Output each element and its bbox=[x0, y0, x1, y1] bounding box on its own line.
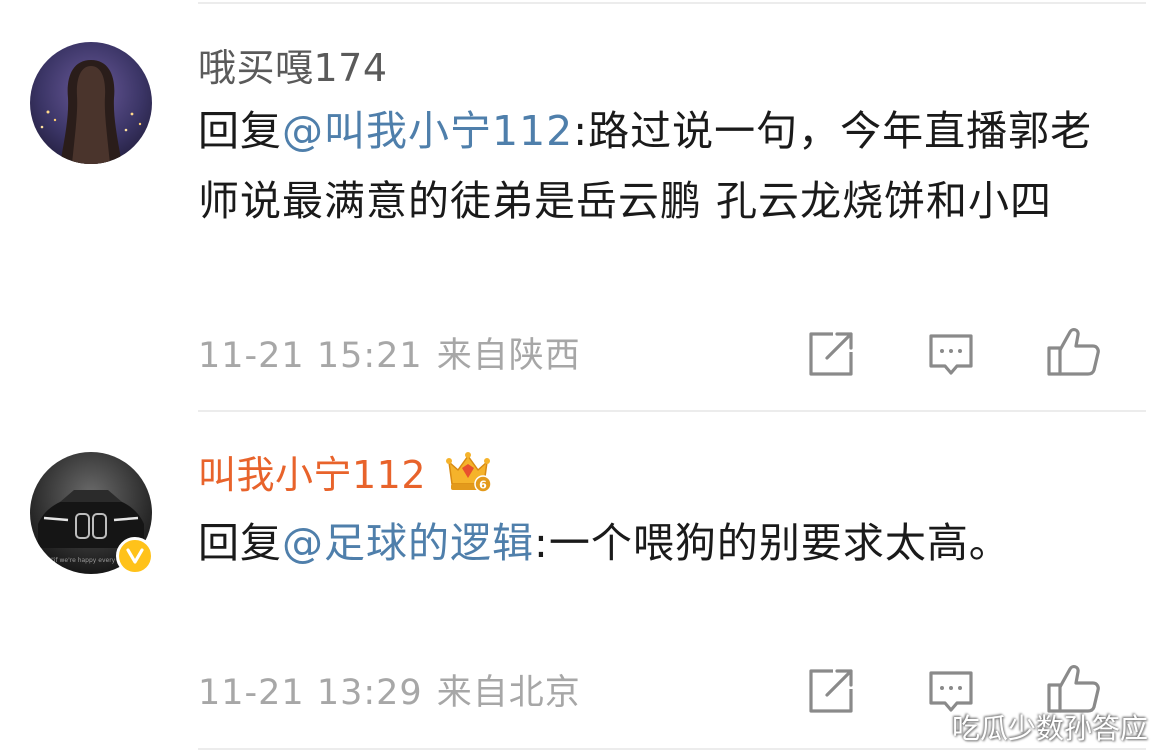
comment-thread: 哦买嘎174 回复@叫我小宁112:路过说一句，今年直播郭老师说最满意的徒弟是岳… bbox=[0, 0, 1160, 755]
reply-prefix: 回复 bbox=[198, 519, 282, 567]
comment-username[interactable]: 哦买嘎174 bbox=[198, 46, 388, 90]
mention-link[interactable]: @足球的逻辑 bbox=[282, 519, 534, 567]
comment-icon bbox=[929, 334, 973, 375]
like-icon bbox=[1047, 328, 1100, 376]
share-icon bbox=[809, 669, 853, 713]
comment-body: 回复@足球的逻辑:一个喂狗的别要求太高。 bbox=[198, 508, 1118, 578]
comment-divider bbox=[198, 410, 1146, 412]
comment-date: 11-21 15:21 bbox=[198, 336, 423, 376]
avatar-image bbox=[30, 42, 152, 164]
watermark: 吃瓜少数孙答应 bbox=[951, 712, 1148, 745]
comment-meta: 11-21 13:29 来自北京 bbox=[198, 673, 581, 713]
comment-username[interactable]: 叫我小宁112 bbox=[198, 453, 426, 497]
share-button[interactable] bbox=[803, 663, 859, 719]
verified-icon bbox=[126, 548, 144, 564]
bottom-divider bbox=[198, 748, 1146, 750]
comment-location: 来自北京 bbox=[436, 673, 581, 713]
comment-meta: 11-21 15:21 来自陕西 bbox=[198, 336, 581, 376]
comment-body: 回复@叫我小宁112:路过说一句，今年直播郭老师说最满意的徒弟是岳云鹏 孔云龙烧… bbox=[198, 96, 1118, 236]
comment-date: 11-21 13:29 bbox=[198, 673, 423, 713]
badge-level: 6 bbox=[479, 479, 487, 492]
verified-badge bbox=[116, 537, 154, 575]
share-button[interactable] bbox=[803, 326, 859, 382]
vip-crown-badge: 6 bbox=[443, 448, 493, 496]
crown-badge-icon: 6 bbox=[446, 452, 492, 493]
reply-prefix: 回复 bbox=[198, 107, 282, 155]
avatar[interactable] bbox=[30, 42, 152, 164]
top-divider bbox=[198, 2, 1146, 4]
share-icon bbox=[809, 332, 853, 376]
comment-location: 来自陕西 bbox=[436, 336, 581, 376]
like-button[interactable] bbox=[1043, 322, 1100, 378]
mention-link[interactable]: @叫我小宁112 bbox=[282, 107, 573, 155]
comment-button[interactable] bbox=[923, 326, 979, 382]
comment-text: :一个喂狗的别要求太高。 bbox=[534, 519, 1011, 567]
